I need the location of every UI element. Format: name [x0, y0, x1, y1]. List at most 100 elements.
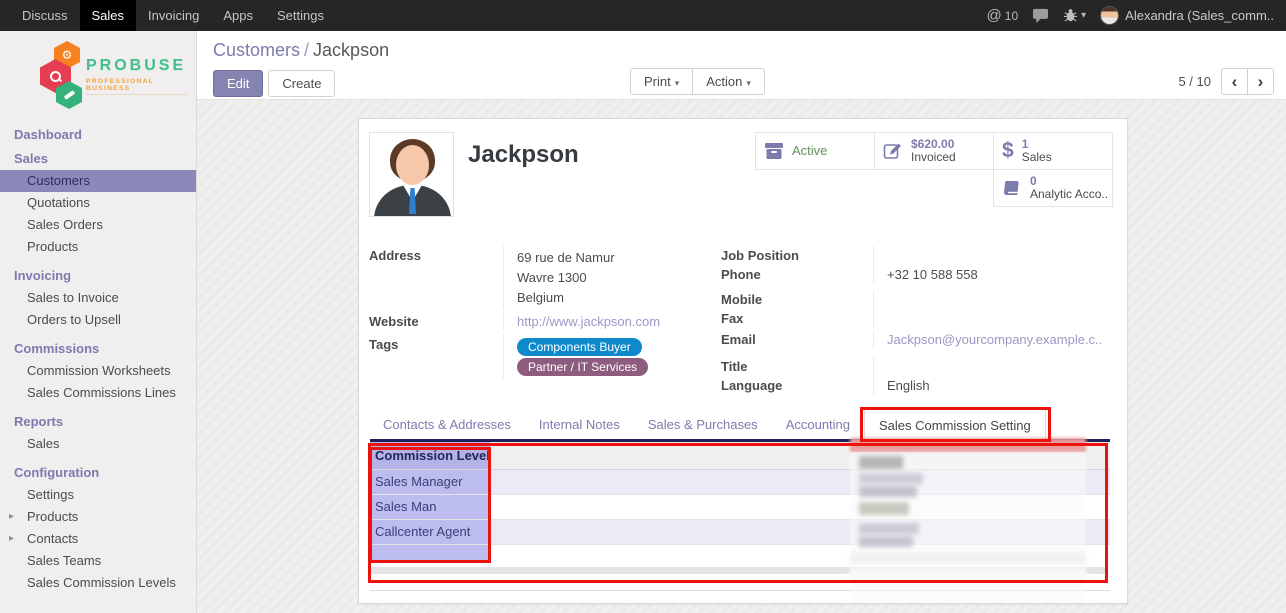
- sidebar-item-sales-commissions-lines[interactable]: Sales Commissions Lines: [0, 382, 196, 404]
- edit-button[interactable]: Edit: [213, 70, 263, 97]
- chevron-down-icon: ▾: [1081, 10, 1086, 21]
- user-menu[interactable]: Alexandra (Sales_comm..: [1100, 6, 1274, 25]
- sidebar-heading-invoicing[interactable]: Invoicing: [0, 264, 196, 287]
- website-link[interactable]: http://www.jackpson.com: [517, 314, 660, 329]
- language-value: English: [873, 376, 1111, 395]
- expand-arrow-icon: ▸: [9, 510, 14, 524]
- email-link[interactable]: Jackpson@yourcompany.example.c..: [887, 332, 1102, 347]
- tab-sales-purchases[interactable]: Sales & Purchases: [634, 409, 772, 440]
- tag-partner-it-services: Partner / IT Services: [517, 358, 648, 376]
- tab-accounting[interactable]: Accounting: [772, 409, 864, 440]
- breadcrumb: Customers/Jackpson: [213, 40, 1286, 61]
- sidebar-item-settings[interactable]: Settings: [0, 484, 196, 506]
- chevron-down-icon: ▾: [671, 78, 680, 88]
- sidebar-heading-reports[interactable]: Reports: [0, 410, 196, 433]
- customer-photo: [369, 132, 454, 217]
- user-name: Alexandra (Sales_comm..: [1125, 8, 1274, 23]
- breadcrumb-current: Jackpson: [313, 40, 389, 60]
- commission-levels-table: Commission Level Sales Manager Sales Man…: [370, 439, 1110, 604]
- chat-bubble-icon: [1032, 8, 1049, 23]
- title-label: Title: [721, 357, 873, 376]
- form-view-background: Jackpson Active: [197, 100, 1286, 613]
- book-icon: [1002, 179, 1022, 197]
- customer-name-title: Jackpson: [468, 141, 579, 169]
- sidebar-item-customers[interactable]: Customers: [0, 170, 196, 192]
- fax-label: Fax: [721, 309, 873, 328]
- active-stat-button[interactable]: Active: [755, 132, 875, 170]
- sidebar-item-orders-to-upsell[interactable]: Orders to Upsell: [0, 309, 196, 331]
- website-label: Website: [369, 312, 503, 331]
- sales-stat-button[interactable]: $ 1 Sales: [993, 132, 1113, 170]
- menu-discuss[interactable]: Discuss: [10, 0, 80, 31]
- sidebar-item-sales-teams[interactable]: Sales Teams: [0, 550, 196, 572]
- top-menus: Discuss Sales Invoicing Apps Settings: [0, 0, 336, 31]
- menu-apps[interactable]: Apps: [211, 0, 265, 31]
- sidebar-item-quotations[interactable]: Quotations: [0, 192, 196, 214]
- notebook-tabs: Contacts & Addresses Internal Notes Sale…: [369, 409, 1111, 440]
- sidebar-item-config-contacts[interactable]: ▸Contacts: [0, 528, 196, 550]
- menu-sales[interactable]: Sales: [80, 0, 137, 31]
- sidebar-heading-dashboard[interactable]: Dashboard: [0, 123, 196, 146]
- sidebar-item-sales-commission-levels[interactable]: Sales Commission Levels: [0, 572, 196, 594]
- address-value: 69 rue de Namur Wavre 1300 Belgium: [503, 246, 721, 310]
- expand-arrow-icon: ▸: [9, 532, 14, 546]
- sidebar-item-reports-sales[interactable]: Sales: [0, 433, 196, 455]
- fax-value: [873, 309, 1111, 328]
- sidebar-heading-configuration[interactable]: Configuration: [0, 461, 196, 484]
- stat-buttons: Active $620.00 Invoiced: [756, 133, 1113, 207]
- address-label: Address: [369, 246, 503, 310]
- phone-value: +32 10 588 558: [873, 265, 1111, 284]
- pager-count: 5 / 10: [1178, 74, 1211, 89]
- dollar-icon: $: [1002, 139, 1014, 163]
- create-button[interactable]: Create: [268, 70, 335, 97]
- invoiced-stat-button[interactable]: $620.00 Invoiced: [874, 132, 994, 170]
- mobile-value: [873, 290, 1111, 309]
- job-position-label: Job Position: [721, 246, 873, 265]
- print-dropdown-button[interactable]: Print▾: [630, 68, 693, 95]
- user-avatar: [1100, 6, 1119, 25]
- pager-previous-button[interactable]: ‹: [1221, 68, 1248, 95]
- mention-count: 10: [1005, 9, 1018, 23]
- pencil-edit-icon: [883, 141, 903, 161]
- tab-sales-commission-setting[interactable]: Sales Commission Setting: [864, 409, 1046, 440]
- customer-form-sheet: Jackpson Active: [358, 118, 1128, 604]
- analytic-accounts-stat-button[interactable]: 0 Analytic Acco...: [993, 169, 1113, 207]
- sidebar-nav: Dashboard Sales Customers Quotations Sal…: [0, 123, 196, 594]
- tab-internal-notes[interactable]: Internal Notes: [525, 409, 634, 440]
- tags-label: Tags: [369, 335, 503, 379]
- sidebar-heading-sales[interactable]: Sales: [0, 147, 196, 170]
- tag-components-buyer: Components Buyer: [517, 338, 642, 356]
- title-value: [873, 357, 1111, 376]
- breadcrumb-customers[interactable]: Customers: [213, 40, 300, 60]
- redacted-column-header: [850, 438, 1086, 452]
- mentions-button[interactable]: @ 10: [987, 7, 1019, 24]
- bug-icon: [1063, 8, 1078, 23]
- redacted-column-values: [850, 452, 1086, 602]
- brand-tagline: PROFESSIONAL BUSINESS: [86, 78, 188, 95]
- sidebar-item-config-products[interactable]: ▸Products: [0, 506, 196, 528]
- tab-contacts-addresses[interactable]: Contacts & Addresses: [369, 409, 525, 440]
- sidebar-item-commission-worksheets[interactable]: Commission Worksheets: [0, 360, 196, 382]
- debug-menu-button[interactable]: ▾: [1063, 8, 1086, 23]
- action-dropdown-button[interactable]: Action▾: [692, 68, 765, 95]
- mobile-label: Mobile: [721, 290, 873, 309]
- menu-settings[interactable]: Settings: [265, 0, 336, 31]
- pager-next-button[interactable]: ›: [1247, 68, 1274, 95]
- control-panel: Customers/Jackpson Edit Create Print▾ Ac…: [197, 31, 1286, 100]
- menu-invoicing[interactable]: Invoicing: [136, 0, 211, 31]
- sidebar-heading-commissions[interactable]: Commissions: [0, 337, 196, 360]
- customer-fields: Address 69 rue de Namur Wavre 1300 Belgi…: [369, 246, 1111, 395]
- top-navbar: Discuss Sales Invoicing Apps Settings @ …: [0, 0, 1286, 31]
- chevron-down-icon: ▾: [742, 78, 751, 88]
- sidebar-item-sales-orders[interactable]: Sales Orders: [0, 214, 196, 236]
- email-label: Email: [721, 330, 873, 349]
- sidebar-item-sales-to-invoice[interactable]: Sales to Invoice: [0, 287, 196, 309]
- commission-level-header[interactable]: Commission Level: [370, 442, 490, 469]
- language-label: Language: [721, 376, 873, 395]
- brand-name: PROBUSE: [86, 57, 188, 75]
- archive-box-icon: [764, 142, 784, 160]
- messages-button[interactable]: [1032, 8, 1049, 23]
- at-icon: @: [987, 7, 1002, 24]
- sidebar: ⚙ PROBUSE PROFESSIONAL BUSINESS Dashboar…: [0, 31, 197, 613]
- sidebar-item-products[interactable]: Products: [0, 236, 196, 258]
